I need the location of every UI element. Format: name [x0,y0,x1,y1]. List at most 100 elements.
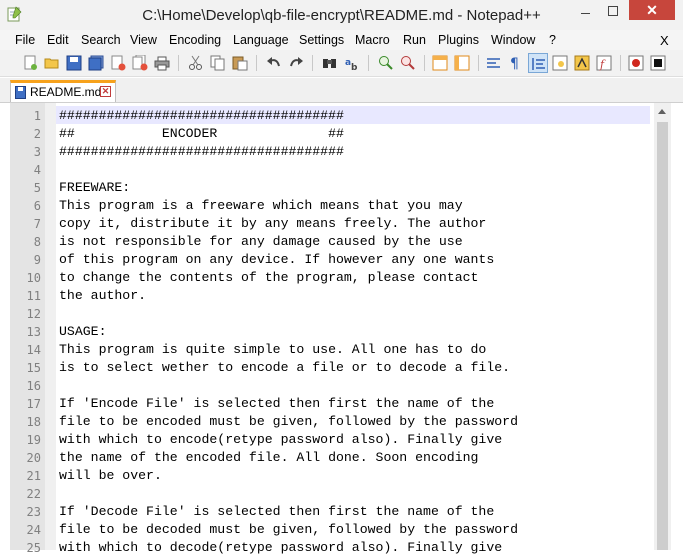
cut-icon[interactable] [186,53,206,73]
menu-macro[interactable]: Macro [355,33,390,47]
fold-margin[interactable] [45,103,56,550]
scrollbar-thumb[interactable] [657,122,668,550]
new-file-icon[interactable] [20,53,40,73]
sync-horizontal-icon[interactable] [452,53,472,73]
line-number: 20 [26,451,41,465]
line-number: 11 [26,289,41,303]
code-line[interactable]: the author. [59,287,146,305]
toolbar-separator [478,55,479,71]
show-all-chars-icon[interactable]: ¶ [506,53,526,73]
editor-area[interactable]: 1 #################################### 2 ##… [0,103,683,555]
tab-readme[interactable]: README.md ✕ [10,80,116,102]
code-line[interactable]: is not responsible for any damage caused… [59,233,463,251]
menu-bar: File Edit Search View Encoding Language … [0,30,683,50]
save-icon[interactable] [64,53,84,73]
print-icon[interactable] [152,53,172,73]
menu-file[interactable]: File [15,33,35,47]
code-line[interactable]: If 'Encode File' is selected then first … [59,395,494,413]
menu-view[interactable]: View [130,33,157,47]
toolbar-separator [256,55,257,71]
line-number: 6 [33,199,41,213]
macro-stop-icon[interactable] [648,53,668,73]
menu-search[interactable]: Search [81,33,121,47]
code-line[interactable]: to change the contents of the program, p… [59,269,478,287]
code-line[interactable]: with which to decode(retype password als… [59,539,502,557]
undo-icon[interactable] [264,53,284,73]
menu-help[interactable]: ? [549,33,556,47]
line-number: 23 [26,505,41,519]
save-all-icon[interactable] [86,53,106,73]
function-list-alt-icon[interactable]: f [594,53,614,73]
open-file-icon[interactable] [42,53,62,73]
menu-run[interactable]: Run [403,33,426,47]
code-line[interactable]: of this program on any device. If howeve… [59,251,494,269]
word-wrap-icon[interactable] [484,53,504,73]
indent-guide-icon[interactable] [528,53,548,73]
toolbar: ab ¶ f [0,50,683,77]
tab-label: README.md [30,85,102,99]
find-icon[interactable] [320,53,340,73]
macro-record-icon[interactable] [626,53,646,73]
code-line[interactable]: FREEWARE: [59,179,130,197]
line-number: 13 [26,325,41,339]
menu-settings[interactable]: Settings [299,33,344,47]
menu-plugins[interactable]: Plugins [438,33,479,47]
code-line[interactable]: with which to encode(retype password als… [59,431,502,449]
zoom-out-icon[interactable] [398,53,418,73]
code-line[interactable]: #################################### [59,143,344,161]
svg-text:¶: ¶ [510,56,519,71]
menu-encoding[interactable]: Encoding [169,33,221,47]
code-line[interactable]: USAGE: [59,323,106,341]
tab-close-icon[interactable]: ✕ [100,86,111,97]
line-number: 8 [33,235,41,249]
line-number: 21 [26,469,41,483]
window-close-button[interactable]: ✕ [629,0,675,20]
line-number: 2 [33,127,41,141]
redo-icon[interactable] [286,53,306,73]
code-line[interactable]: copy it, distribute it by any means free… [59,215,486,233]
menu-language[interactable]: Language [233,33,289,47]
line-number: 25 [26,541,41,555]
replace-icon[interactable]: ab [342,53,362,73]
code-line[interactable]: If 'Decode File' is selected then first … [59,503,494,521]
code-line[interactable]: file to be encoded must be given, follow… [59,413,518,431]
line-number: 16 [26,379,41,393]
line-number: 12 [26,307,41,321]
code-line[interactable]: This program is a freeware which means t… [59,197,463,215]
maximize-button[interactable] [600,0,626,22]
minimize-button[interactable] [572,0,598,22]
sync-vertical-icon[interactable] [430,53,450,73]
close-document-button[interactable]: X [660,33,669,48]
menu-edit[interactable]: Edit [47,33,69,47]
close-icon[interactable] [108,53,128,73]
tab-bar: README.md ✕ [0,78,683,103]
toolbar-separator [178,55,179,71]
svg-text:b: b [351,63,358,71]
close-all-icon[interactable] [130,53,150,73]
code-line[interactable]: the name of the encoded file. All done. … [59,449,478,467]
code-line[interactable]: file to be decoded must be given, follow… [59,521,518,539]
code-line[interactable]: #################################### [59,107,344,125]
line-number: 17 [26,397,41,411]
doc-map-icon[interactable] [550,53,570,73]
document-icon [15,86,27,99]
paste-icon[interactable] [230,53,250,73]
toolbar-separator [620,55,621,71]
line-number: 9 [33,253,41,267]
code-line[interactable]: This program is quite simple to use. All… [59,341,486,359]
code-line[interactable]: will be over. [59,467,162,485]
line-number: 5 [33,181,41,195]
line-number: 22 [26,487,41,501]
code-line[interactable]: is to select wether to encode a file or … [59,359,510,377]
zoom-in-icon[interactable] [376,53,396,73]
code-line[interactable]: ## ENCODER ## [59,125,344,143]
copy-icon[interactable] [208,53,228,73]
function-list-icon[interactable] [572,53,592,73]
scroll-up-arrow[interactable] [654,103,671,120]
line-number: 4 [33,163,41,177]
line-number: 18 [26,415,41,429]
vertical-scrollbar[interactable] [654,103,671,550]
toolbar-separator [312,55,313,71]
menu-window[interactable]: Window [491,33,535,47]
line-number: 19 [26,433,41,447]
